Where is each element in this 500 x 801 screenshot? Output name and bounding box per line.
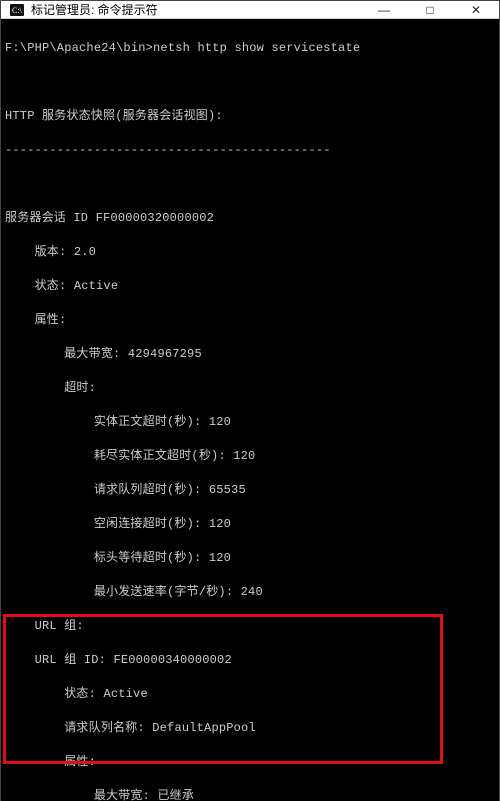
divider: ----------------------------------------… xyxy=(5,143,331,157)
titlebar: C:\ 标记管理员: 命令提示符 — □ ✕ xyxy=(1,1,499,19)
window-controls: — □ ✕ xyxy=(361,1,499,18)
minimize-button[interactable]: — xyxy=(361,1,407,18)
cmd-window: C:\ 标记管理员: 命令提示符 — □ ✕ F:\PHP\Apache24\b… xyxy=(0,0,500,801)
window-title: 标记管理员: 命令提示符 xyxy=(31,1,361,18)
section-header: HTTP 服务状态快照(服务器会话视图): xyxy=(5,109,223,123)
prompt-line: F:\PHP\Apache24\bin>netsh http show serv… xyxy=(5,40,499,57)
maximize-button[interactable]: □ xyxy=(407,1,453,18)
svg-text:C:\: C:\ xyxy=(12,6,23,15)
cmd-icon: C:\ xyxy=(9,2,25,18)
close-button[interactable]: ✕ xyxy=(453,1,499,18)
terminal-output[interactable]: F:\PHP\Apache24\bin>netsh http show serv… xyxy=(1,19,499,801)
